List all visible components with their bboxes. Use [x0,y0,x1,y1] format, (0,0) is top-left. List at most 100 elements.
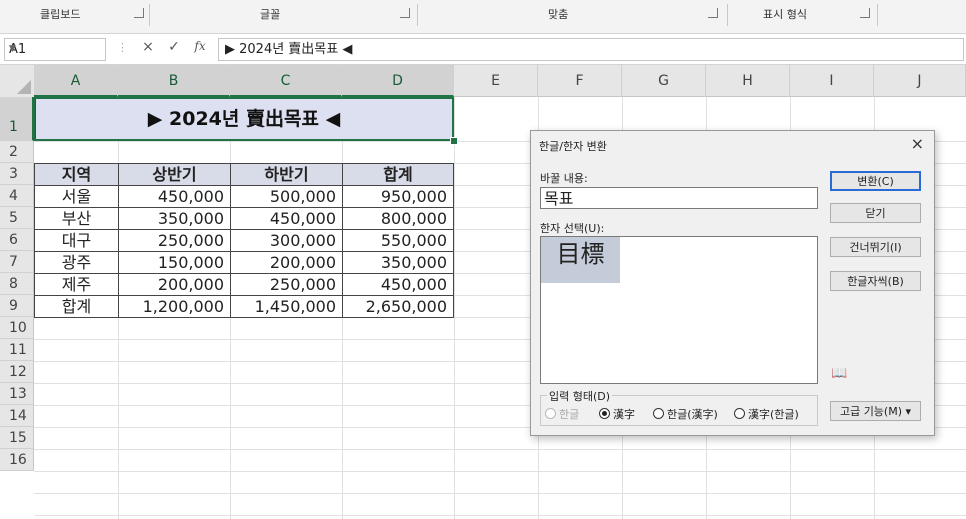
table-cell[interactable]: 250,000 [230,273,343,296]
cancel-icon[interactable]: × [138,39,158,55]
row-header-16[interactable]: 16 [0,449,34,471]
gridline [454,97,455,519]
dictionary-icon[interactable]: 📖 [831,366,847,382]
ribbon-group-label-clipboard: 클립보드 [40,8,81,21]
row-header-8[interactable]: 8 [0,273,34,295]
column-header-d[interactable]: D [342,65,454,97]
close-icon[interactable]: × [911,134,924,153]
per-character-button[interactable]: 한글자씩(B) [830,271,921,291]
ribbon-group-alignment: 맞춤 [418,4,728,26]
table-cell[interactable]: 450,000 [118,185,231,208]
row-header-10[interactable]: 10 [0,317,34,339]
ribbon-group-bar: 클립보드 글꼴 맞춤 표시 형식 [0,0,966,34]
row-header-12[interactable]: 12 [0,361,34,383]
row-header-6[interactable]: 6 [0,229,34,251]
radio-icon [734,408,745,419]
select-all-button[interactable] [0,65,35,98]
table-cell[interactable]: 500,000 [230,185,343,208]
ribbon-group-label-alignment: 맞춤 [548,8,569,21]
table-header-h1[interactable]: 상반기 [118,163,231,186]
table-cell[interactable]: 부산 [34,207,119,230]
table-cell[interactable]: 150,000 [118,251,231,274]
name-box[interactable]: A1 ▼ [4,38,106,61]
table-cell[interactable]: 합계 [34,295,119,318]
dialog-launcher-icon[interactable] [708,8,718,18]
formula-input[interactable]: ▶ 2024년 賣出목표 ◀ [218,38,964,61]
table-cell[interactable]: 서울 [34,185,119,208]
table-cell[interactable]: 950,000 [342,185,454,208]
chevron-down-icon[interactable]: ▼ [9,39,99,60]
table-cell[interactable]: 550,000 [342,229,454,252]
table-cell[interactable]: 1,200,000 [118,295,231,318]
table-cell[interactable]: 200,000 [230,251,343,274]
convert-button[interactable]: 변환(C) [830,171,921,191]
hanja-list[interactable]: 目標 [540,236,818,384]
hanja-option[interactable]: 目標 [541,237,620,283]
input-form-group: 입력 형태(D) 한글 漢字 한글(漢字) 漢字(한글) [540,388,818,426]
ribbon-group-font: 글꼴 [150,4,418,26]
column-header-f[interactable]: F [538,65,622,97]
table-cell[interactable]: 350,000 [118,207,231,230]
row-header-5[interactable]: 5 [0,207,34,229]
table-cell[interactable]: 대구 [34,229,119,252]
formula-content: ▶ 2024년 賣出목표 ◀ [225,42,353,57]
table-header-h2[interactable]: 하반기 [230,163,343,186]
table-header-total[interactable]: 합계 [342,163,454,186]
table-cell[interactable]: 450,000 [230,207,343,230]
enter-icon[interactable]: ✓ [164,39,184,55]
table-cell[interactable]: 450,000 [342,273,454,296]
column-header-j[interactable]: J [874,65,966,97]
insert-function-icon[interactable]: fx [190,39,210,53]
replace-field[interactable]: 목표 [540,187,818,209]
column-header-h[interactable]: H [706,65,790,97]
table-cell[interactable]: 200,000 [118,273,231,296]
table-cell[interactable]: 제주 [34,273,119,296]
advanced-button[interactable]: 고급 기능(M) ▾ [830,401,921,421]
radio-label: 漢字 [613,408,635,421]
row-header-13[interactable]: 13 [0,383,34,405]
table-cell[interactable]: 800,000 [342,207,454,230]
column-header-c[interactable]: C [230,65,342,97]
radio-hanja[interactable]: 漢字 [599,406,635,422]
title-cell-a1[interactable]: ▶ 2024년 賣出목표 ◀ [35,98,453,140]
column-header-g[interactable]: G [622,65,706,97]
row-header-3[interactable]: 3 [0,163,34,185]
radio-hanja-hangul[interactable]: 漢字(한글) [734,406,799,422]
gridline [34,493,966,494]
table-cell[interactable]: 250,000 [118,229,231,252]
table-cell[interactable]: 2,650,000 [342,295,454,318]
column-header-b[interactable]: B [118,65,230,97]
dialog-launcher-icon[interactable] [860,8,870,18]
close-button[interactable]: 닫기 [830,203,921,223]
row-header-1[interactable]: 1 [0,97,34,141]
row-header-15[interactable]: 15 [0,427,34,449]
gridline [34,449,966,450]
column-header-a[interactable]: A [34,65,118,97]
fill-handle[interactable] [450,137,458,145]
table-cell[interactable]: 광주 [34,251,119,274]
radio-label: 한글(漢字) [667,408,718,421]
column-header-i[interactable]: I [790,65,874,97]
dialog-launcher-icon[interactable] [134,8,144,18]
table-header-region[interactable]: 지역 [34,163,119,186]
column-header-e[interactable]: E [454,65,538,97]
radio-hangul[interactable]: 한글 [545,406,579,422]
radio-label: 한글 [559,408,580,421]
row-header-9[interactable]: 9 [0,295,34,317]
table-cell[interactable]: 300,000 [230,229,343,252]
row-header-7[interactable]: 7 [0,251,34,273]
radio-icon [599,408,610,419]
radio-hangul-hanja[interactable]: 한글(漢字) [653,406,718,422]
row-header-2[interactable]: 2 [0,141,34,163]
table-cell[interactable]: 1,450,000 [230,295,343,318]
row-header-14[interactable]: 14 [0,405,34,427]
dialog-launcher-icon[interactable] [400,8,410,18]
row-header-4[interactable]: 4 [0,185,34,207]
replace-label: 바꿀 내용: [540,172,588,185]
table-cell[interactable]: 350,000 [342,251,454,274]
radio-label: 漢字(한글) [748,408,799,421]
ribbon-separator [877,4,878,26]
drag-handle-icon[interactable]: ⋮ [117,41,128,54]
skip-button[interactable]: 건너뛰기(I) [830,237,921,257]
row-header-11[interactable]: 11 [0,339,34,361]
